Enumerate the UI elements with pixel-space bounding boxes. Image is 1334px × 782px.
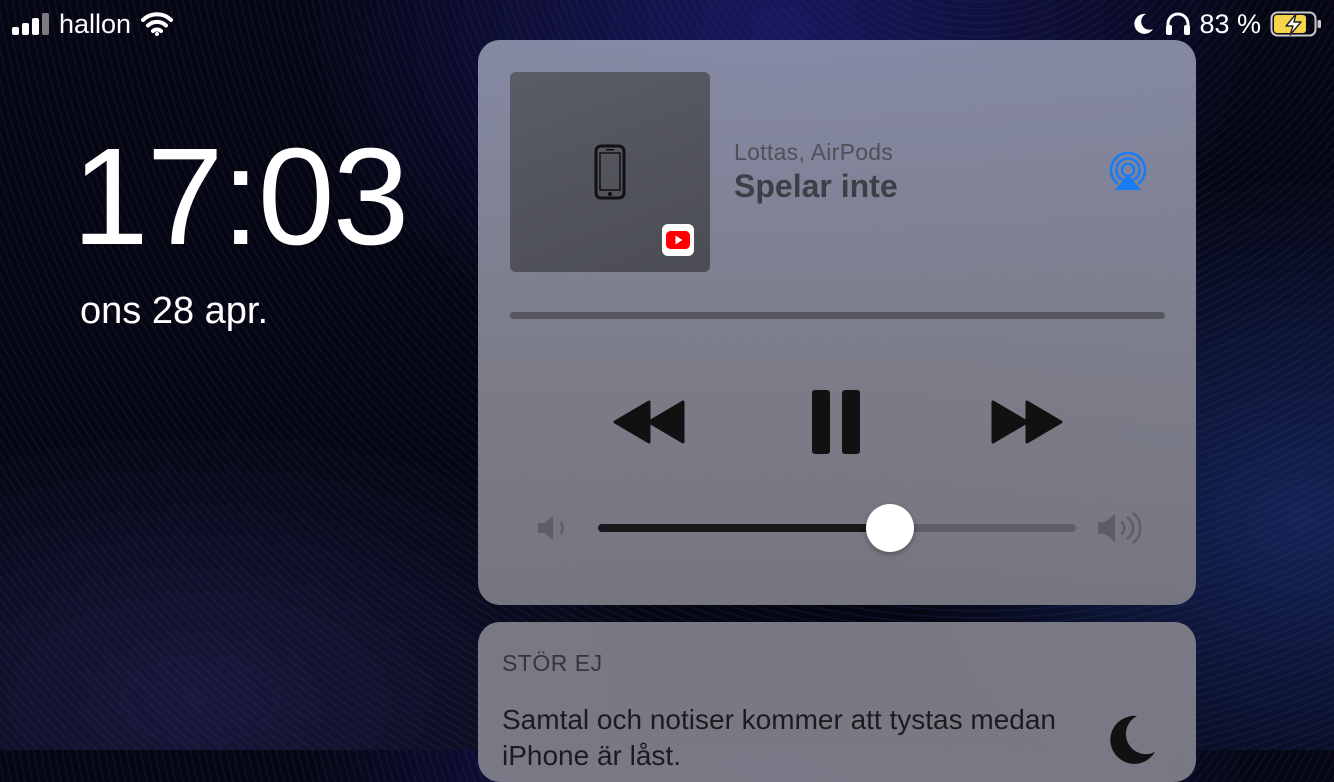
dnd-message: Samtal och notiser kommer att tystas med… (502, 704, 1056, 771)
headphones-icon (1166, 12, 1191, 35)
youtube-icon (666, 231, 690, 249)
wifi-icon (141, 12, 174, 36)
volume-knob[interactable] (865, 504, 914, 552)
status-bar-left: hallon (12, 8, 174, 39)
pause-icon[interactable] (812, 390, 862, 456)
artwork[interactable] (510, 72, 710, 272)
lock-screen-date: ons 28 apr. (80, 290, 269, 332)
airplay-icon[interactable] (1106, 150, 1150, 194)
moon-icon (1134, 13, 1154, 34)
lock-screen-time: 17:03 (72, 120, 409, 274)
volume-low-icon (538, 516, 564, 540)
dnd-title: STÖR EJ (502, 650, 603, 676)
volume-high-icon (1098, 512, 1142, 544)
iphone-icon (594, 144, 626, 200)
volume-fill (598, 524, 890, 532)
track-status: Spelar inte (734, 168, 898, 204)
do-not-disturb-card[interactable]: STÖR EJ Samtal och notiser kommer att ty… (478, 622, 1196, 782)
battery-charging-icon (1270, 11, 1321, 37)
youtube-badge (662, 224, 694, 256)
carrier-name: hallon (59, 8, 132, 39)
fast-forward-icon[interactable] (991, 400, 1063, 444)
progress-bar[interactable] (510, 312, 1165, 319)
route-name: Lottas, AirPods (734, 139, 894, 165)
rewind-icon[interactable] (613, 400, 685, 444)
status-bar-right: 83 % (1131, 9, 1322, 39)
volume-slider[interactable] (598, 504, 1076, 552)
battery-percent: 83 % (1199, 8, 1261, 39)
signal-icon (12, 13, 49, 35)
moon-icon (1110, 715, 1155, 764)
now-playing-card[interactable]: Lottas, AirPods Spelar inte (478, 40, 1196, 605)
